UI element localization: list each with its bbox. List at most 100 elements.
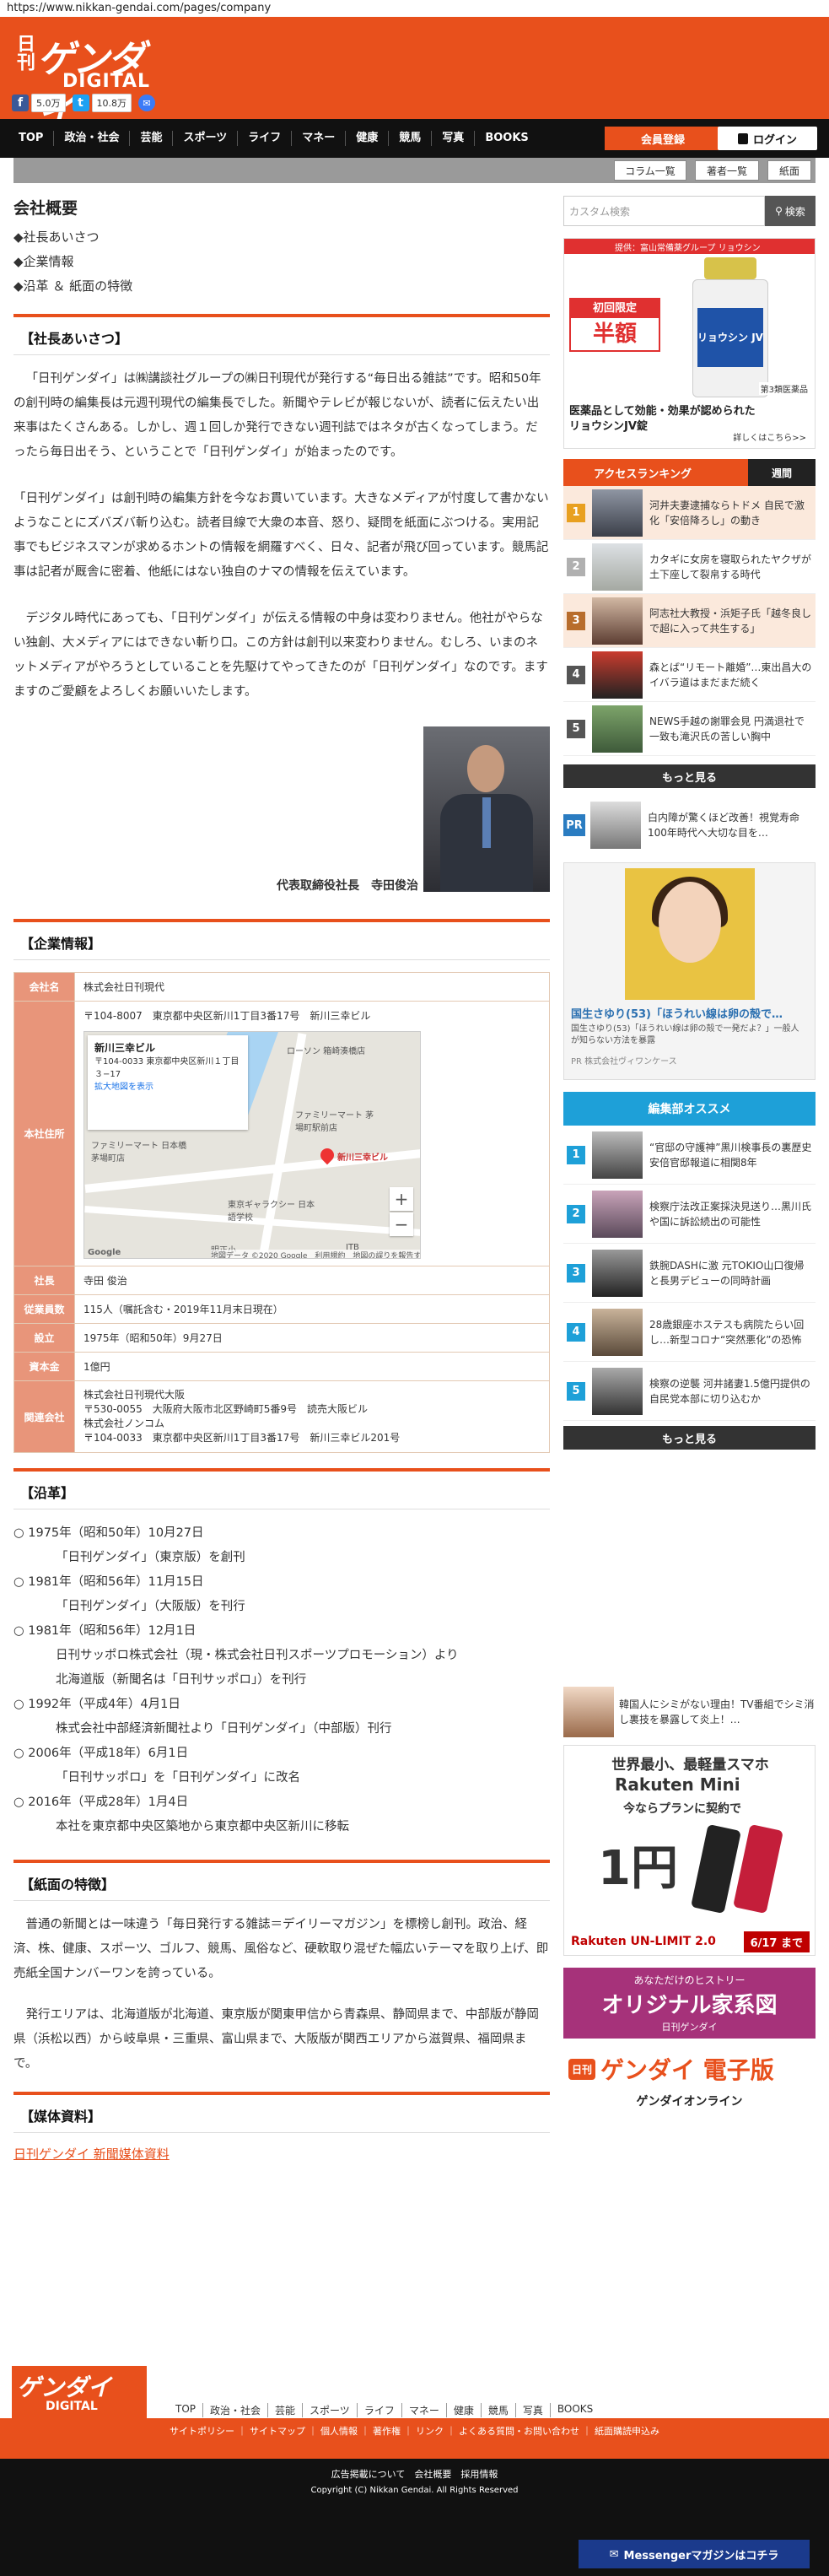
pr-item[interactable]: PR 白内障が驚くほど改善！視覚寿命100年時代へ大切な目を… [563, 800, 816, 851]
history-text: 「日刊ゲンダイ」（東京版）を創刊 [56, 1551, 245, 1564]
list-item[interactable]: 5 NEWS手越の謝罪会見 円満退社で一致も滝沢氏の苦しい胸中 [563, 702, 816, 756]
section-heading: 【媒体資料】 [13, 2098, 550, 2133]
sidebar: カスタム検索 ⚲ 検索 提供：富山常備薬グループ リョウシンJV錠 初回限定 半額… [563, 196, 816, 2114]
media-kit-link[interactable]: 日刊ゲンダイ 新聞媒体資料 [13, 2147, 170, 2162]
ad-banner-rakuten[interactable]: 世界最小、最軽量スマホ Rakuten Mini 今ならプランに契約で 1円 R… [563, 1745, 816, 1956]
url-bar: https://www.nikkan-gendai.com/pages/comp… [0, 0, 829, 17]
greeting-paragraph: 「日刊ゲンダイ」は㈱講談社グループの㈱日刊現代が発行する“毎日出る雑誌”です。昭… [13, 372, 541, 459]
list-item[interactable]: 3 阿志社大教授・浜矩子氏「越冬良しで超に入って共生する」 [563, 594, 816, 648]
zoom-in-button[interactable]: + [390, 1187, 413, 1211]
register-button[interactable]: 会員登録 [605, 127, 721, 150]
history-text: 「日刊サッポロ」を「日刊ゲンダイ」に改名 [56, 1771, 300, 1785]
footer-nav: TOP 政治・社会 芸能 スポーツ ライフ マネー 健康 競馬 写真 BOOKS [169, 2403, 600, 2417]
footer-logo[interactable]: ゲンダイ DIGITAL [12, 2366, 147, 2418]
column-list-link[interactable]: コラム一覧 [614, 160, 686, 181]
map-enlarge-link[interactable]: 拡大地図を表示 [94, 1083, 153, 1092]
messenger-icon[interactable]: ✉ [138, 95, 155, 111]
nav-health[interactable]: 健康 [345, 131, 388, 146]
zoom-out-button[interactable]: − [390, 1212, 413, 1236]
twitter-icon: t [72, 95, 89, 111]
toc-company[interactable]: ◆企業情報 [13, 250, 550, 274]
ranking-period-tab[interactable]: 週間 [748, 459, 816, 486]
ranking-header: アクセスランキング 週間 [563, 459, 816, 486]
social-share: f 5.0万 t 10.8万 ✉ [12, 93, 155, 113]
table-row: 資本金 1億円 [13, 1352, 550, 1381]
login-button[interactable]: ログイン [718, 127, 817, 150]
ad-banner-kokusho[interactable]: 国生さゆり(53)「ほうれい線は卵の殻で… 国生さゆり(53)「ほうれい線は卵の… [563, 862, 816, 1080]
search-icon: ⚲ [775, 205, 783, 217]
history-date: ○ 1981年（昭和56年）12月1日 [13, 1624, 196, 1638]
site-logo[interactable]: 日刊 ゲンダイ DIGITAL [12, 29, 172, 135]
nav-photo[interactable]: 写真 [431, 131, 474, 146]
table-row: 関連会社 株式会社日刊現代大阪 〒530-0055 大阪府大阪市北区野崎町5番9号… [13, 1380, 550, 1453]
company-table: 会社名 株式会社日刊現代 本社住所 〒104-8007 東京都中央区新川1丁目3番… [13, 972, 550, 1453]
nav-keiba[interactable]: 競馬 [388, 131, 431, 146]
editor-picks-more-button[interactable]: もっと見る [563, 1426, 816, 1450]
ad-banner-ryoshin[interactable]: 提供：富山常備薬グループ リョウシンJV錠 初回限定 半額 リョウシン JV 第… [563, 238, 816, 449]
table-row: 従業員数 115人（嘱託含む・2019年11月末日現在） [13, 1294, 550, 1324]
google-map[interactable]: ローソン 箱崎湊橋店 ファミリーマート 茅場町駅前店 ファミリーマート 日本橋茅… [83, 1031, 421, 1259]
toc: ◆社長あいさつ ◆企業情報 ◆沿革 ＆ 紙面の特徴 [13, 225, 550, 299]
author-list-link[interactable]: 著者一覧 [695, 160, 759, 181]
history-date: ○ 2006年（平成18年）6月1日 [13, 1747, 189, 1760]
list-item[interactable]: 1 “官邸の守護神”黒川検事長の裏歴史 安倍官邸報道に相関8年 [563, 1126, 816, 1185]
map-info-card: 新川三幸ビル 〒104-0033 東京都中央区新川１丁目３−17 拡大地図を表示 [88, 1035, 248, 1130]
nav-top[interactable]: TOP [8, 131, 53, 146]
section-heading: 【沿革】 [13, 1475, 550, 1509]
table-row: 会社名 株式会社日刊現代 [13, 972, 550, 1002]
footer-links[interactable]: サイトポリシー ｜ サイトマップ ｜ 個人情報 ｜ 著作権 ｜ リンク ｜ よく… [0, 2418, 829, 2444]
search-button[interactable]: ⚲ 検索 [765, 196, 816, 226]
messenger-magazine-button[interactable]: ✉ Messengerマガジンはコチラ [579, 2540, 810, 2568]
ranking-more-button[interactable]: もっと見る [563, 764, 816, 788]
nav-money[interactable]: マネー [291, 131, 345, 146]
president-block: 代表取締役社長 寺田俊治 [13, 726, 550, 904]
site-header: 日刊 ゲンダイ DIGITAL f 5.0万 t 10.8万 ✉ [0, 17, 829, 135]
search-input[interactable]: カスタム検索 [563, 196, 765, 226]
media-section: 【媒体資料】 日刊ゲンダイ 新聞媒体資料 [13, 2092, 550, 2163]
list-item[interactable]: 3 鉄腕DASHに激 元TOKIO山口復帰と長男デビューの同時計画 [563, 1244, 816, 1303]
toc-greeting[interactable]: ◆社長あいさつ [13, 225, 550, 250]
features-section: 【紙面の特徴】 普通の新聞とは一味違う「毎日発行する雑誌＝デイリーマガジン」を標… [13, 1860, 550, 2076]
ad-banner-kakeizu[interactable]: あなただけのヒストリー オリジナル家系図 日刊ゲンダイ [563, 1968, 816, 2039]
twitter-share[interactable]: t 10.8万 [72, 94, 132, 112]
list-item[interactable]: 2 カタギに女房を寝取られたヤクザが土下座して裂帛する時代 [563, 540, 816, 594]
greeting-section: 【社長あいさつ】 「日刊ゲンダイ」は㈱講談社グループの㈱日刊現代が発行する“毎日… [13, 314, 550, 904]
history-date: ○ 1992年（平成4年）4月1日 [13, 1698, 180, 1711]
history-text: 「日刊ゲンダイ」（大阪版）を刊行 [56, 1600, 245, 1613]
paper-link[interactable]: 紙面 [767, 160, 811, 181]
search-box: カスタム検索 ⚲ 検索 [563, 196, 816, 226]
ad-banner-shimi[interactable]: 韓国人にシミがない理由！TV番組でシミ消し裏技を暴露して炎上！… [563, 1682, 816, 1742]
page-title: 会社概要 [13, 199, 78, 218]
section-heading: 【企業情報】 [13, 926, 550, 960]
features-paragraph: 普通の新聞とは一味違う「毎日発行する雑誌＝デイリーマガジン」を標榜し創刊。政治、… [13, 1918, 549, 1980]
nav-life[interactable]: ライフ [237, 131, 291, 146]
history-date: ○ 1981年（昭和56年）11月15日 [13, 1575, 204, 1589]
toc-history[interactable]: ◆沿革 ＆ 紙面の特徴 [13, 274, 550, 299]
sub-bar: コラム一覧 著者一覧 紙面 [13, 158, 816, 183]
list-item[interactable]: 4 森とば“リモート離婚”…東出昌大のイバラ道はまだまだ続く [563, 648, 816, 702]
messenger-icon: ✉ [609, 2547, 619, 2561]
greeting-paragraph: デジタル時代にあっても、「日刊ゲンダイ」が伝える情報の中身は変わりません。他社が… [13, 612, 548, 699]
facebook-share[interactable]: f 5.0万 [12, 94, 66, 112]
ad-banner-digital[interactable]: 日刊 ゲンダイ 電子版 ゲンダイオンライン [563, 2047, 816, 2114]
google-logo: Google [88, 1248, 121, 1257]
nav-entertainment[interactable]: 芸能 [129, 131, 172, 146]
history-text: 日刊サッポロ株式会社（現・株式会社日刊スポーツプロモーション）より 北海道版（新… [56, 1649, 459, 1687]
ranking-tab[interactable]: アクセスランキング [563, 459, 748, 486]
list-item[interactable]: 2 検察庁法改正案採決見送り…黒川氏や国に訴訟続出の可能性 [563, 1185, 816, 1244]
list-item[interactable]: 4 28歳銀座ホステスも病院たらい回し…新型コロナ“突然悪化”の恐怖 [563, 1303, 816, 1362]
features-paragraph: 発行エリアは、北海道版が北海道、東京版が関東甲信から青森県、静岡県まで、中部版が… [13, 2008, 539, 2071]
nav-books[interactable]: BOOKS [474, 131, 538, 146]
history-text: 株式会社中部経済新聞社より「日刊ゲンダイ」（中部版）刊行 [56, 1722, 392, 1736]
president-photo [423, 726, 550, 892]
history-date: ○ 1975年（昭和50年）10月27日 [13, 1526, 204, 1540]
list-item[interactable]: 5 検察の逆襲 河井諸妻1.5億円提供の自民党本部に切り込むか [563, 1362, 816, 1421]
nav-sports[interactable]: スポーツ [172, 131, 237, 146]
product-bottle: リョウシン JV [681, 257, 780, 401]
nav-politics[interactable]: 政治・社会 [53, 131, 129, 146]
company-section: 【企業情報】 会社名 株式会社日刊現代 本社住所 〒104-8007 東京都中央区… [13, 919, 550, 1453]
history-section: 【沿革】 ○ 1975年（昭和50年）10月27日 「日刊ゲンダイ」（東京版）を… [13, 1468, 550, 1839]
history-text: 本社を東京都中央区築地から東京都中央区新川に移転 [56, 1820, 349, 1833]
table-row: 設立 1975年（昭和50年）9月27日 [13, 1323, 550, 1353]
list-item[interactable]: 1 河井夫妻逮捕ならトドメ 自民で激化「安倍降ろし」の動き [563, 486, 816, 540]
